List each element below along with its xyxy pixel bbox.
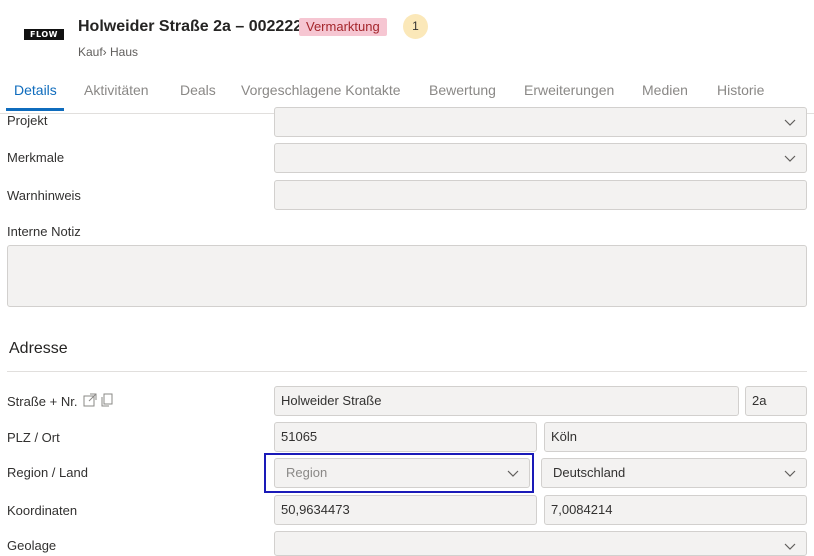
land-value: Deutschland <box>553 465 626 480</box>
chevron-down-icon <box>784 543 796 550</box>
external-link-icon[interactable] <box>83 393 97 407</box>
tab-historie[interactable]: Historie <box>717 82 764 98</box>
flow-logo: FLOW <box>24 29 64 40</box>
tab-vorgeschlagene-kontakte[interactable]: Vorgeschlagene Kontakte <box>241 82 401 98</box>
chevron-down-icon <box>784 155 796 162</box>
chevron-down-icon <box>784 119 796 126</box>
chevron-down-icon <box>784 470 796 477</box>
hausnummer-input[interactable]: 2a <box>745 386 807 416</box>
geolage-select[interactable] <box>274 531 807 556</box>
section-divider <box>7 371 807 372</box>
tab-details[interactable]: Details <box>14 82 57 98</box>
interne-notiz-textarea[interactable] <box>7 245 807 307</box>
merkmale-label: Merkmale <box>7 150 65 165</box>
plz-input[interactable]: 51065 <box>274 422 537 452</box>
tab-aktivitaeten[interactable]: Aktivitäten <box>84 82 149 98</box>
latitude-input[interactable]: 50,9634473 <box>274 495 537 525</box>
strasse-input[interactable]: Holweider Straße <box>274 386 739 416</box>
status-badge: Vermarktung <box>299 18 387 36</box>
land-select[interactable]: Deutschland <box>541 458 807 488</box>
projekt-label: Projekt <box>7 113 48 128</box>
region-land-label: Region / Land <box>7 465 88 480</box>
adresse-heading: Adresse <box>9 340 68 357</box>
longitude-input[interactable]: 7,0084214 <box>544 495 807 525</box>
active-tab-indicator <box>6 108 64 111</box>
merkmale-select[interactable] <box>274 143 807 173</box>
tab-erweiterungen[interactable]: Erweiterungen <box>524 82 614 98</box>
geolage-label: Geolage <box>7 538 57 553</box>
copy-icon[interactable] <box>100 393 114 407</box>
interne-notiz-label: Interne Notiz <box>7 224 81 239</box>
record-header: FLOW Holweider Straße 2a – 002222 Vermar… <box>0 0 814 70</box>
record-title: Holweider Straße 2a – 002222 <box>78 18 303 35</box>
ort-input[interactable]: Köln <box>544 422 807 452</box>
koordinaten-label: Koordinaten <box>7 503 78 518</box>
tab-medien[interactable]: Medien <box>642 82 688 98</box>
warnhinweis-input[interactable] <box>274 180 807 210</box>
record-subtitle: Kauf› Haus <box>78 45 139 59</box>
plz-ort-label: PLZ / Ort <box>7 430 60 445</box>
projekt-select[interactable] <box>274 107 807 137</box>
strasse-label: Straße + Nr. <box>7 394 78 409</box>
tab-bewertung[interactable]: Bewertung <box>429 82 496 98</box>
tab-deals[interactable]: Deals <box>180 82 216 98</box>
count-badge[interactable]: 1 <box>403 14 428 39</box>
focus-highlight <box>264 453 534 493</box>
warnhinweis-label: Warnhinweis <box>7 188 81 203</box>
